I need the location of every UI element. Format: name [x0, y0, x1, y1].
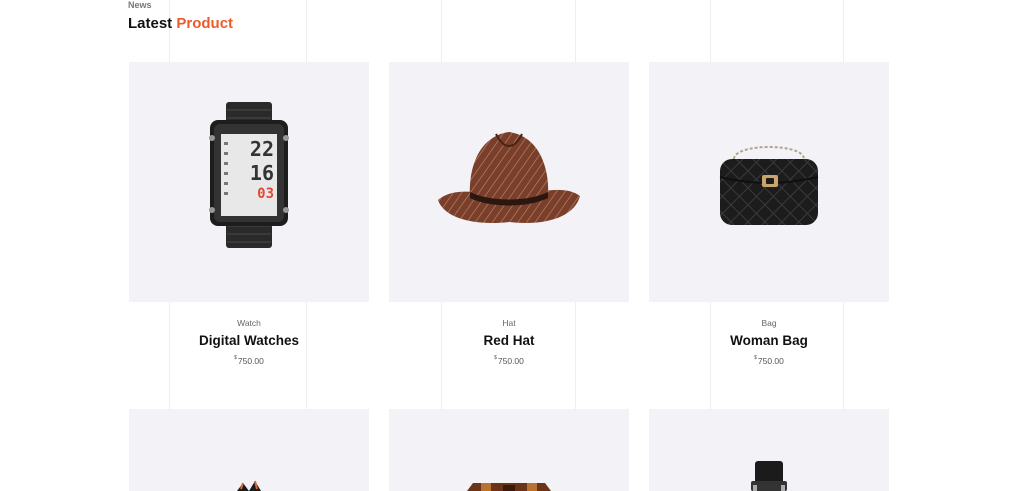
quilted-handbag-icon: [719, 146, 819, 225]
wrist-watch-icon: [751, 461, 787, 491]
product-category: Bag: [761, 318, 777, 328]
product-price: $750.00: [129, 355, 369, 366]
product-card[interactable]: [129, 409, 369, 491]
product-card[interactable]: [649, 409, 889, 491]
product-image[interactable]: 22 16 03: [129, 62, 369, 302]
price-value: 750.00: [237, 356, 264, 366]
watch-display-bottom: 03: [257, 186, 274, 202]
leather-bag-icon: [467, 483, 551, 491]
currency-symbol: $: [494, 355, 497, 361]
product-name[interactable]: Digital Watches: [129, 333, 369, 348]
product-card[interactable]: Hat Red Hat $750.00: [389, 62, 629, 366]
product-image[interactable]: [389, 62, 629, 302]
product-image[interactable]: [129, 409, 369, 491]
product-image[interactable]: [649, 62, 889, 302]
striped-hat-icon: [438, 132, 580, 224]
watch-display-top: 22: [250, 137, 274, 161]
high-heels-icon: [237, 480, 261, 491]
product-name[interactable]: Red Hat: [389, 333, 629, 348]
section-title: Latest Product: [128, 15, 233, 32]
price-value: 750.00: [497, 356, 524, 366]
section-tag: News: [128, 0, 152, 10]
price-value: 750.00: [757, 356, 784, 366]
product-category: Watch: [237, 318, 261, 328]
product-name[interactable]: Woman Bag: [649, 333, 889, 348]
product-price: $750.00: [389, 355, 629, 366]
product-category: Hat: [502, 318, 516, 328]
product-card[interactable]: Bag Woman Bag $750.00: [649, 62, 889, 366]
product-image[interactable]: [649, 409, 889, 491]
section-title-plain: Latest: [128, 15, 177, 32]
currency-symbol: $: [234, 355, 237, 361]
watch-display-mid: 16: [250, 161, 274, 185]
product-price: $750.00: [649, 355, 889, 366]
product-card[interactable]: 22 16 03 Watch Digital Watches $750.00: [129, 62, 369, 366]
currency-symbol: $: [754, 355, 757, 361]
digital-watch-icon: 22 16 03: [209, 102, 289, 248]
product-card[interactable]: [389, 409, 629, 491]
section-title-accent: Product: [176, 15, 234, 32]
product-image[interactable]: [389, 409, 629, 491]
